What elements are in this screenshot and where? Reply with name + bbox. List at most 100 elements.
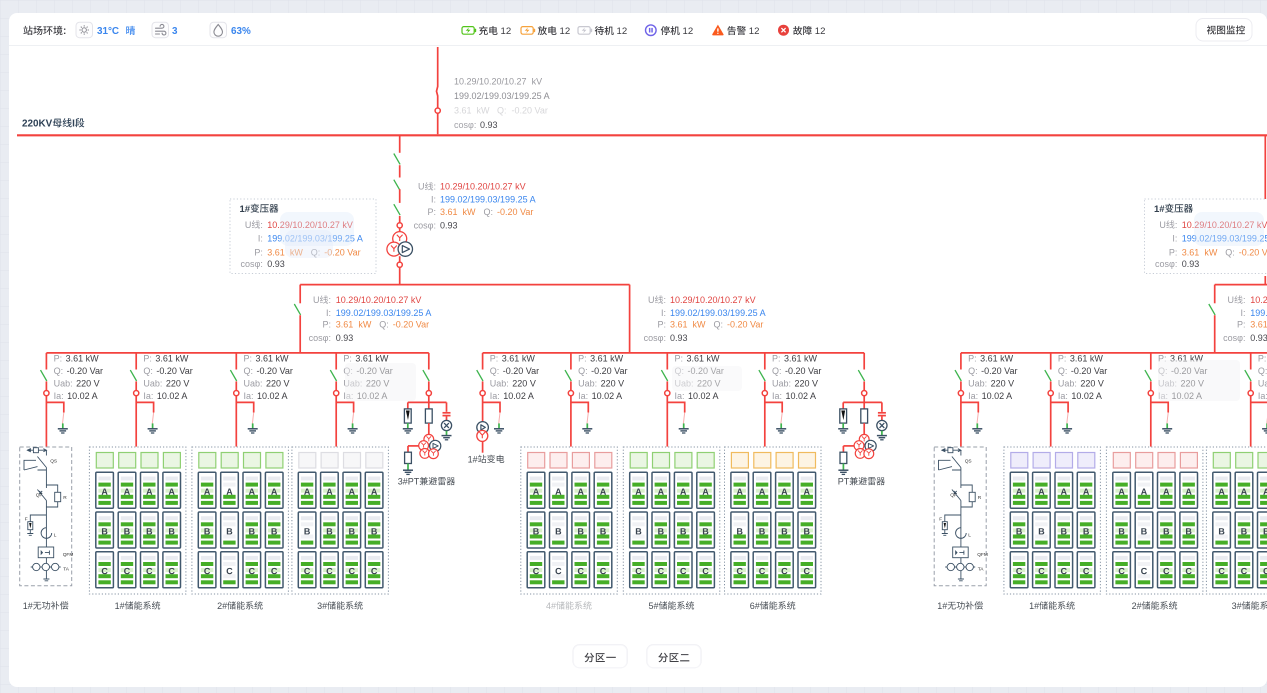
svg-text:1#: 1# (115, 601, 125, 611)
svg-text:cosφ:: cosφ: (644, 333, 666, 343)
svg-text:0.93: 0.93 (440, 221, 458, 231)
svg-text:Uab:: Uab: (1058, 378, 1077, 388)
svg-text:3.61 kW: 3.61 kW (256, 353, 290, 363)
svg-text:Uab:: Uab: (54, 378, 73, 388)
svg-text:10.02 A: 10.02 A (503, 391, 534, 401)
svg-text:Ia:: Ia: (143, 391, 153, 401)
svg-text:10.29/10.20/10.27 kV: 10.29/10.20/10.27 kV (440, 182, 526, 192)
svg-text:10.02 A: 10.02 A (592, 391, 623, 401)
svg-text:F: F (25, 517, 28, 523)
svg-text:3.61 kW: 3.61 kW (502, 353, 536, 363)
svg-text:3.61 kW: 3.61 kW (1070, 353, 1104, 363)
svg-text:-0.20 Var: -0.20 Var (503, 366, 539, 376)
svg-text:-0.20 Var: -0.20 Var (785, 366, 821, 376)
svg-text:Q:: Q: (772, 366, 782, 376)
svg-text::: : (329, 295, 332, 305)
svg-text:220 V: 220 V (1080, 378, 1104, 388)
svg-text:1#: 1# (937, 601, 947, 611)
svg-text:220 V: 220 V (795, 378, 819, 388)
svg-text:10.02 A: 10.02 A (257, 391, 288, 401)
svg-text:Q:: Q: (54, 366, 64, 376)
svg-text:3.61 kW: 3.61 kW (687, 353, 721, 363)
svg-text:I:: I: (258, 234, 263, 244)
svg-text:cosφ:: cosφ: (1155, 259, 1177, 269)
svg-text:cosφ:: cosφ: (414, 221, 436, 231)
svg-text:P:: P: (54, 353, 63, 363)
svg-text:220 V: 220 V (76, 378, 100, 388)
svg-text:Q:: Q: (1258, 366, 1267, 376)
svg-text:5#: 5# (649, 601, 659, 611)
svg-text:cosφ:: cosφ: (454, 120, 476, 130)
svg-text:3.61 kW: 3.61 kW (1182, 247, 1218, 257)
svg-text:12: 12 (560, 26, 571, 37)
svg-text:Q:: Q: (578, 366, 588, 376)
svg-text:12: 12 (749, 26, 760, 37)
svg-text:Ia:: Ia: (54, 391, 64, 401)
svg-text:P:: P: (244, 353, 253, 363)
svg-text:P:: P: (427, 207, 436, 217)
svg-text:Q:: Q: (244, 366, 254, 376)
svg-text:3.61 kW: 3.61 kW (590, 353, 624, 363)
svg-text:2#: 2# (217, 601, 227, 611)
svg-text:P:: P: (968, 353, 977, 363)
svg-text:3.61 kW: 3.61 kW (670, 320, 706, 330)
svg-text:I:: I: (326, 308, 331, 318)
svg-text:3.61 kW: 3.61 kW (440, 207, 476, 217)
svg-text::: : (434, 182, 437, 192)
svg-text:Ia:: Ia: (244, 391, 254, 401)
svg-text:-0.20 Var: -0.20 Var (591, 366, 627, 376)
svg-text:199.02/199.03/199.25 A: 199.02/199.03/199.25 A (440, 194, 536, 204)
svg-text:0.93: 0.93 (1182, 259, 1200, 269)
svg-text:R: R (63, 495, 67, 501)
svg-text:3#: 3# (317, 601, 327, 611)
svg-text:0.93: 0.93 (267, 259, 285, 269)
svg-text:Ia:: Ia: (968, 391, 978, 401)
svg-text:199.02/199.03/199.25 A: 199.02/199.03/199.25 A (1250, 308, 1267, 318)
svg-text:199.02/199.03/199.25 A: 199.02/199.03/199.25 A (454, 91, 550, 101)
svg-text:2#: 2# (1132, 601, 1142, 611)
svg-text:-0.20 Var: -0.20 Var (156, 366, 192, 376)
svg-text:10.02 A: 10.02 A (982, 391, 1013, 401)
svg-text:U: U (1228, 295, 1235, 305)
svg-text:P:: P: (254, 247, 263, 257)
svg-text:U: U (245, 220, 252, 230)
svg-text:Uab:: Uab: (578, 378, 597, 388)
svg-text::: : (664, 295, 667, 305)
svg-text:QFM: QFM (977, 552, 988, 558)
svg-text:Uab:: Uab: (244, 378, 263, 388)
svg-text:12: 12 (815, 26, 826, 37)
svg-text:I: I (72, 119, 75, 130)
svg-text:U: U (648, 295, 655, 305)
svg-text:220 V: 220 V (601, 378, 625, 388)
svg-text:Q:: Q: (490, 366, 500, 376)
svg-text:Q:: Q: (484, 207, 494, 217)
svg-text:63%: 63% (231, 26, 251, 37)
svg-text::: : (260, 220, 263, 230)
svg-text:I:: I: (1240, 308, 1245, 318)
svg-text:L: L (968, 533, 971, 539)
svg-text:P:: P: (322, 320, 331, 330)
svg-text:Ia:: Ia: (1258, 391, 1267, 401)
svg-text:Q:: Q: (1225, 247, 1235, 257)
svg-text:Ia:: Ia: (772, 391, 782, 401)
svg-text:Ia:: Ia: (1058, 391, 1068, 401)
svg-text:1#: 1# (468, 454, 478, 464)
svg-text:F: F (939, 517, 942, 523)
svg-text:12: 12 (617, 26, 628, 37)
svg-text::: : (63, 26, 66, 37)
svg-text:-0.20 Var: -0.20 Var (1239, 247, 1267, 257)
svg-text:PT: PT (838, 477, 850, 487)
svg-text:10.02 A: 10.02 A (67, 391, 98, 401)
svg-text:P:: P: (578, 353, 587, 363)
svg-text:0.93: 0.93 (1250, 333, 1267, 343)
svg-text:10.29/10.20/10.27 kV: 10.29/10.20/10.27 kV (670, 295, 756, 305)
svg-text:P:: P: (1169, 247, 1178, 257)
svg-text:Uab:: Uab: (968, 378, 987, 388)
svg-text:220 V: 220 V (991, 378, 1015, 388)
svg-text:Q:: Q: (143, 366, 153, 376)
svg-text:12: 12 (683, 26, 694, 37)
svg-text:TA: TA (978, 567, 985, 573)
svg-text:-0.20 Var: -0.20 Var (257, 366, 293, 376)
svg-text:1#: 1# (240, 204, 251, 215)
svg-text:-0.20 Var: -0.20 Var (727, 320, 763, 330)
